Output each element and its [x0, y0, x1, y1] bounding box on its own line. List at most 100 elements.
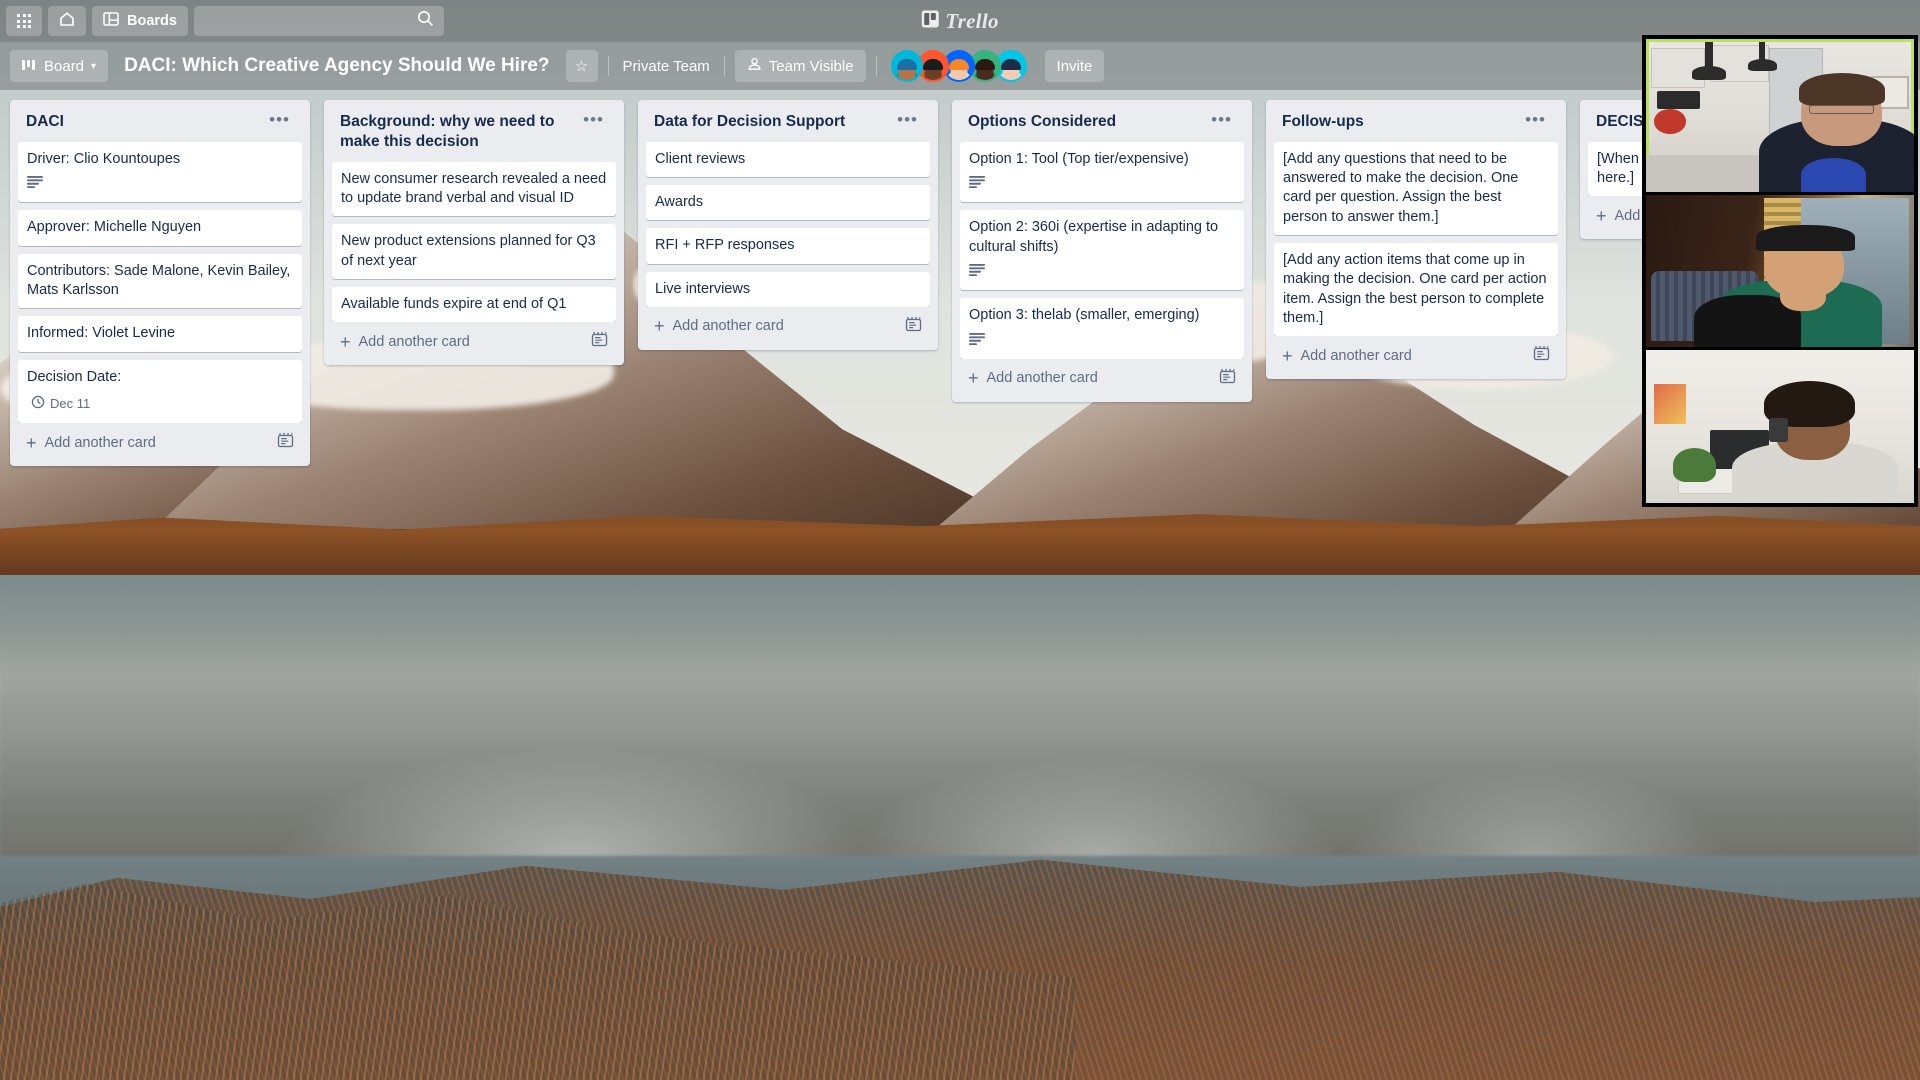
participant-1-collar [1801, 158, 1866, 192]
card[interactable]: [Add any action items that come up in ma… [1274, 242, 1558, 337]
invite-label: Invite [1056, 57, 1093, 75]
video-tile-participant-3[interactable] [1646, 350, 1914, 504]
card-title: Option 3: thelab (smaller, emerging) [969, 307, 1200, 324]
pendant-lamp-1 [1691, 66, 1727, 81]
add-another-card-button[interactable]: + Add another card [646, 307, 930, 342]
list-actions-icon[interactable]: ••• [893, 111, 922, 128]
card[interactable]: Driver: Clio Kountoupes [18, 141, 302, 203]
boards-button[interactable]: Boards [92, 6, 188, 36]
card[interactable]: Client reviews [646, 141, 930, 178]
board-list: Data for Decision Support ••• Client revie… [638, 100, 938, 350]
card[interactable]: Option 3: thelab (smaller, emerging) [960, 298, 1244, 359]
card-title: [Add any questions that need to be answe… [1283, 150, 1519, 225]
clock-icon [31, 395, 45, 413]
list-actions-icon[interactable]: ••• [579, 111, 608, 128]
board-list: DACI ••• Driver: Clio Kountoupes Approver: … [10, 100, 310, 467]
card-template-icon[interactable] [1219, 369, 1236, 388]
participant-2-hand [1780, 280, 1826, 311]
card[interactable]: [Add any questions that need to be answe… [1274, 141, 1558, 235]
search-icon[interactable] [417, 10, 434, 32]
card[interactable]: Option 1: Tool (Top tier/expensive) [960, 141, 1244, 203]
list-header: Background: why we need to make this dec… [332, 108, 616, 162]
avatar-hair [974, 58, 995, 70]
boards-button-label: Boards [127, 13, 177, 29]
card-badges [969, 263, 1235, 282]
avatar[interactable] [890, 50, 923, 82]
plus-icon: + [340, 331, 351, 352]
card[interactable]: New product extensions planned for Q3 of… [332, 224, 616, 279]
list-title[interactable]: Data for Decision Support [654, 112, 845, 132]
card[interactable]: Option 2: 360i (expertise in adapting to… [960, 210, 1244, 291]
add-another-card-button[interactable]: + Add another card [332, 322, 616, 357]
card-template-icon[interactable] [1533, 346, 1550, 365]
star-board-button[interactable]: ☆ [565, 50, 598, 82]
list-actions-icon[interactable]: ••• [1521, 111, 1550, 128]
list-title[interactable]: Options Considered [968, 112, 1116, 132]
list-actions-icon[interactable]: ••• [265, 111, 294, 128]
pendant-cord-1 [1704, 42, 1713, 70]
card[interactable]: Decision Date: Dec 11 [18, 359, 302, 424]
board-list: Background: why we need to make this dec… [324, 100, 624, 366]
kitchen-counter [1646, 155, 1770, 192]
card[interactable]: New consumer research revealed a need to… [332, 161, 616, 217]
card-template-icon[interactable] [277, 433, 294, 452]
list-cards: Driver: Clio Kountoupes Approver: Michell… [18, 141, 302, 424]
board-view-switcher[interactable]: Board ▾ [10, 50, 109, 82]
list-cards: Client reviews Awards RFI + RFP responses L… [646, 141, 930, 307]
card-title: Available funds expire at end of Q1 [341, 295, 567, 312]
board-members [890, 50, 1027, 82]
card-title: RFI + RFP responses [655, 237, 795, 254]
invite-button[interactable]: Invite [1044, 50, 1105, 82]
card[interactable]: Available funds expire at end of Q1 [332, 286, 616, 323]
visibility-button[interactable]: Team Visible [734, 50, 866, 82]
card[interactable]: Awards [646, 185, 930, 221]
card-title: Awards [655, 194, 704, 211]
card-title: New consumer research revealed a need to… [341, 170, 607, 206]
plus-icon: + [968, 368, 979, 389]
video-call-panel[interactable] [1642, 35, 1918, 507]
due-date-label: Dec 11 [50, 396, 91, 412]
card-title: Option 2: 360i (expertise in adapting to… [969, 219, 1219, 255]
avatar-hair [896, 58, 917, 70]
flower-bouquet [1654, 109, 1687, 134]
search-box[interactable] [193, 6, 444, 36]
add-another-card-button[interactable]: + Add another card [18, 423, 302, 458]
list-title[interactable]: Follow-ups [1282, 112, 1364, 132]
trello-logo[interactable]: Trello [921, 0, 999, 42]
list-cards: Option 1: Tool (Top tier/expensive) Optio… [960, 141, 1244, 359]
home-button[interactable] [48, 6, 86, 36]
plus-icon: + [654, 316, 665, 337]
card[interactable]: Contributors: Sade Malone, Kevin Bailey,… [18, 253, 302, 309]
card-badges [969, 175, 1235, 194]
list-cards: [Add any questions that need to be answe… [1274, 141, 1558, 337]
video-tile-participant-2[interactable] [1646, 194, 1914, 348]
card-description-icon [27, 175, 43, 194]
wall-poster [1654, 383, 1687, 424]
due-date-badge[interactable]: Dec 11 [27, 393, 94, 415]
card[interactable]: Approver: Michelle Nguyen [18, 210, 302, 246]
search-input[interactable] [203, 13, 417, 29]
apps-grid-button[interactable] [6, 6, 42, 36]
list-actions-icon[interactable]: ••• [1207, 111, 1236, 128]
grid-apps-icon [17, 14, 31, 28]
card-title: Option 1: Tool (Top tier/expensive) [969, 150, 1189, 167]
add-another-card-button[interactable]: + Add another card [1274, 336, 1558, 371]
card[interactable]: RFI + RFP responses [646, 228, 930, 264]
board-lists-canvas: DACI ••• Driver: Clio Kountoupes Approver: … [0, 90, 1920, 1080]
card-template-icon[interactable] [591, 332, 608, 351]
card-badges: Dec 11 [27, 393, 293, 415]
board-title[interactable]: DACI: Which Creative Agency Should We Hi… [118, 55, 555, 77]
add-another-card-button[interactable]: + Add another card [960, 359, 1244, 394]
card[interactable]: Informed: Violet Levine [18, 316, 302, 352]
trello-board-icon [921, 9, 939, 34]
card[interactable]: Live interviews [646, 271, 930, 307]
list-title[interactable]: Background: why we need to make this dec… [340, 112, 571, 152]
video-tile-participant-1[interactable] [1646, 39, 1914, 192]
card-template-icon[interactable] [905, 317, 922, 336]
add-card-label: Add another card [672, 318, 784, 335]
board-list: Follow-ups ••• [Add any questions that nee… [1266, 100, 1566, 380]
house-plant [1672, 448, 1716, 482]
card-title: Client reviews [655, 150, 746, 167]
team-name-label[interactable]: Private Team [619, 58, 714, 75]
list-title[interactable]: DACI [26, 112, 64, 132]
